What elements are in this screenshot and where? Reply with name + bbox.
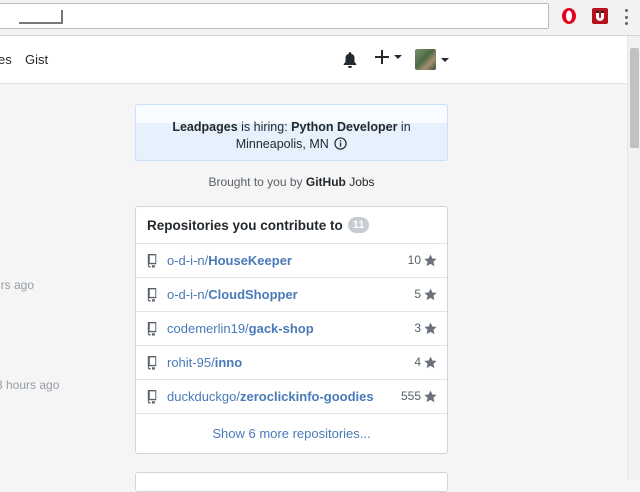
nav-issues[interactable]: es	[0, 52, 12, 67]
repositories-box: Repositories you contribute to 11 o-d-i-…	[135, 206, 448, 454]
job-role: Python Developer	[291, 120, 398, 134]
repo-stars: 3	[414, 321, 437, 335]
star-count: 555	[400, 389, 421, 403]
scrollbar[interactable]	[627, 36, 640, 480]
star-icon	[424, 253, 437, 266]
repo-owner[interactable]: duckduckgo/	[167, 389, 240, 404]
github-header: es Gist	[0, 36, 640, 84]
bell-icon[interactable]	[342, 51, 358, 69]
address-text-cursor	[19, 10, 63, 24]
repo-stars: 10	[408, 253, 437, 267]
star-count: 5	[414, 287, 421, 301]
repo-stars: 5	[414, 287, 437, 301]
jobs-text: Jobs	[345, 175, 375, 189]
repo-owner[interactable]: o-d-i-n/	[167, 253, 208, 268]
address-bar[interactable]	[0, 3, 549, 29]
repositories-counter: 11	[347, 217, 370, 233]
repo-name[interactable]: gack-shop	[249, 321, 314, 336]
brought-prefix: Brought to you by	[208, 175, 306, 189]
repo-row[interactable]: o-d-i-n/HouseKeeper 10	[136, 244, 447, 278]
repo-row[interactable]: codemerlin19/gack-shop 3	[136, 312, 447, 346]
repo-row[interactable]: rohit-95/inno 4	[136, 346, 447, 380]
star-count: 10	[407, 253, 421, 267]
timeline-time: 3 hours ago	[0, 378, 60, 392]
show-more-repositories-link[interactable]: Show 6 more repositories...	[136, 414, 447, 441]
repositories-title: Repositories you contribute to	[147, 217, 343, 233]
star-icon	[424, 321, 437, 334]
job-hiring-text: is hiring:	[237, 120, 292, 134]
browser-toolbar	[0, 0, 640, 36]
plus-icon	[375, 50, 389, 64]
info-icon[interactable]	[334, 137, 347, 150]
brought-to-you[interactable]: Brought to you by GitHub Jobs	[135, 175, 448, 189]
star-count: 4	[414, 355, 421, 369]
timeline-time: urs ago	[0, 278, 35, 292]
star-icon	[424, 287, 437, 300]
job-in-text: in	[397, 120, 411, 134]
repo-icon	[147, 253, 157, 268]
repo-stars: 555	[401, 389, 437, 403]
github-logo-text: GitHub	[305, 175, 346, 189]
repo-icon	[147, 389, 157, 404]
create-new-button[interactable]	[375, 50, 402, 64]
job-company: Leadpages	[172, 120, 238, 134]
repo-name[interactable]: CloudShopper	[208, 287, 298, 302]
star-icon	[424, 389, 437, 402]
repositories-header: Repositories you contribute to 11	[136, 207, 447, 244]
user-menu-button[interactable]	[415, 49, 449, 70]
repo-row[interactable]: duckduckgo/zeroclickinfo-goodies 555	[136, 380, 447, 414]
repo-icon	[147, 287, 157, 302]
scrollbar-thumb[interactable]	[630, 48, 639, 148]
chevron-down-icon	[394, 55, 402, 59]
repo-owner[interactable]: codemerlin19/	[167, 321, 249, 336]
job-ad[interactable]: Leadpages is hiring: Python Developer in…	[135, 104, 448, 161]
repo-name[interactable]: HouseKeeper	[208, 253, 292, 268]
magnet-icon[interactable]	[591, 7, 609, 25]
repo-icon	[147, 355, 157, 370]
repo-icon	[147, 321, 157, 336]
job-location: Minneapolis, MN	[235, 137, 329, 151]
repo-name[interactable]: inno	[215, 355, 242, 370]
chevron-down-icon	[441, 57, 449, 62]
star-count: 3	[414, 321, 421, 335]
repo-row[interactable]: o-d-i-n/CloudShopper 5	[136, 278, 447, 312]
repo-owner[interactable]: o-d-i-n/	[167, 287, 208, 302]
next-panel	[135, 472, 448, 492]
star-icon	[424, 355, 437, 368]
repo-stars: 4	[414, 355, 437, 369]
opera-icon[interactable]	[560, 7, 578, 25]
repo-name[interactable]: zeroclickinfo-goodies	[240, 389, 374, 404]
repo-owner[interactable]: rohit-95/	[167, 355, 215, 370]
avatar	[415, 49, 436, 70]
kebab-menu-icon[interactable]	[625, 9, 629, 25]
nav-gist[interactable]: Gist	[25, 52, 48, 67]
